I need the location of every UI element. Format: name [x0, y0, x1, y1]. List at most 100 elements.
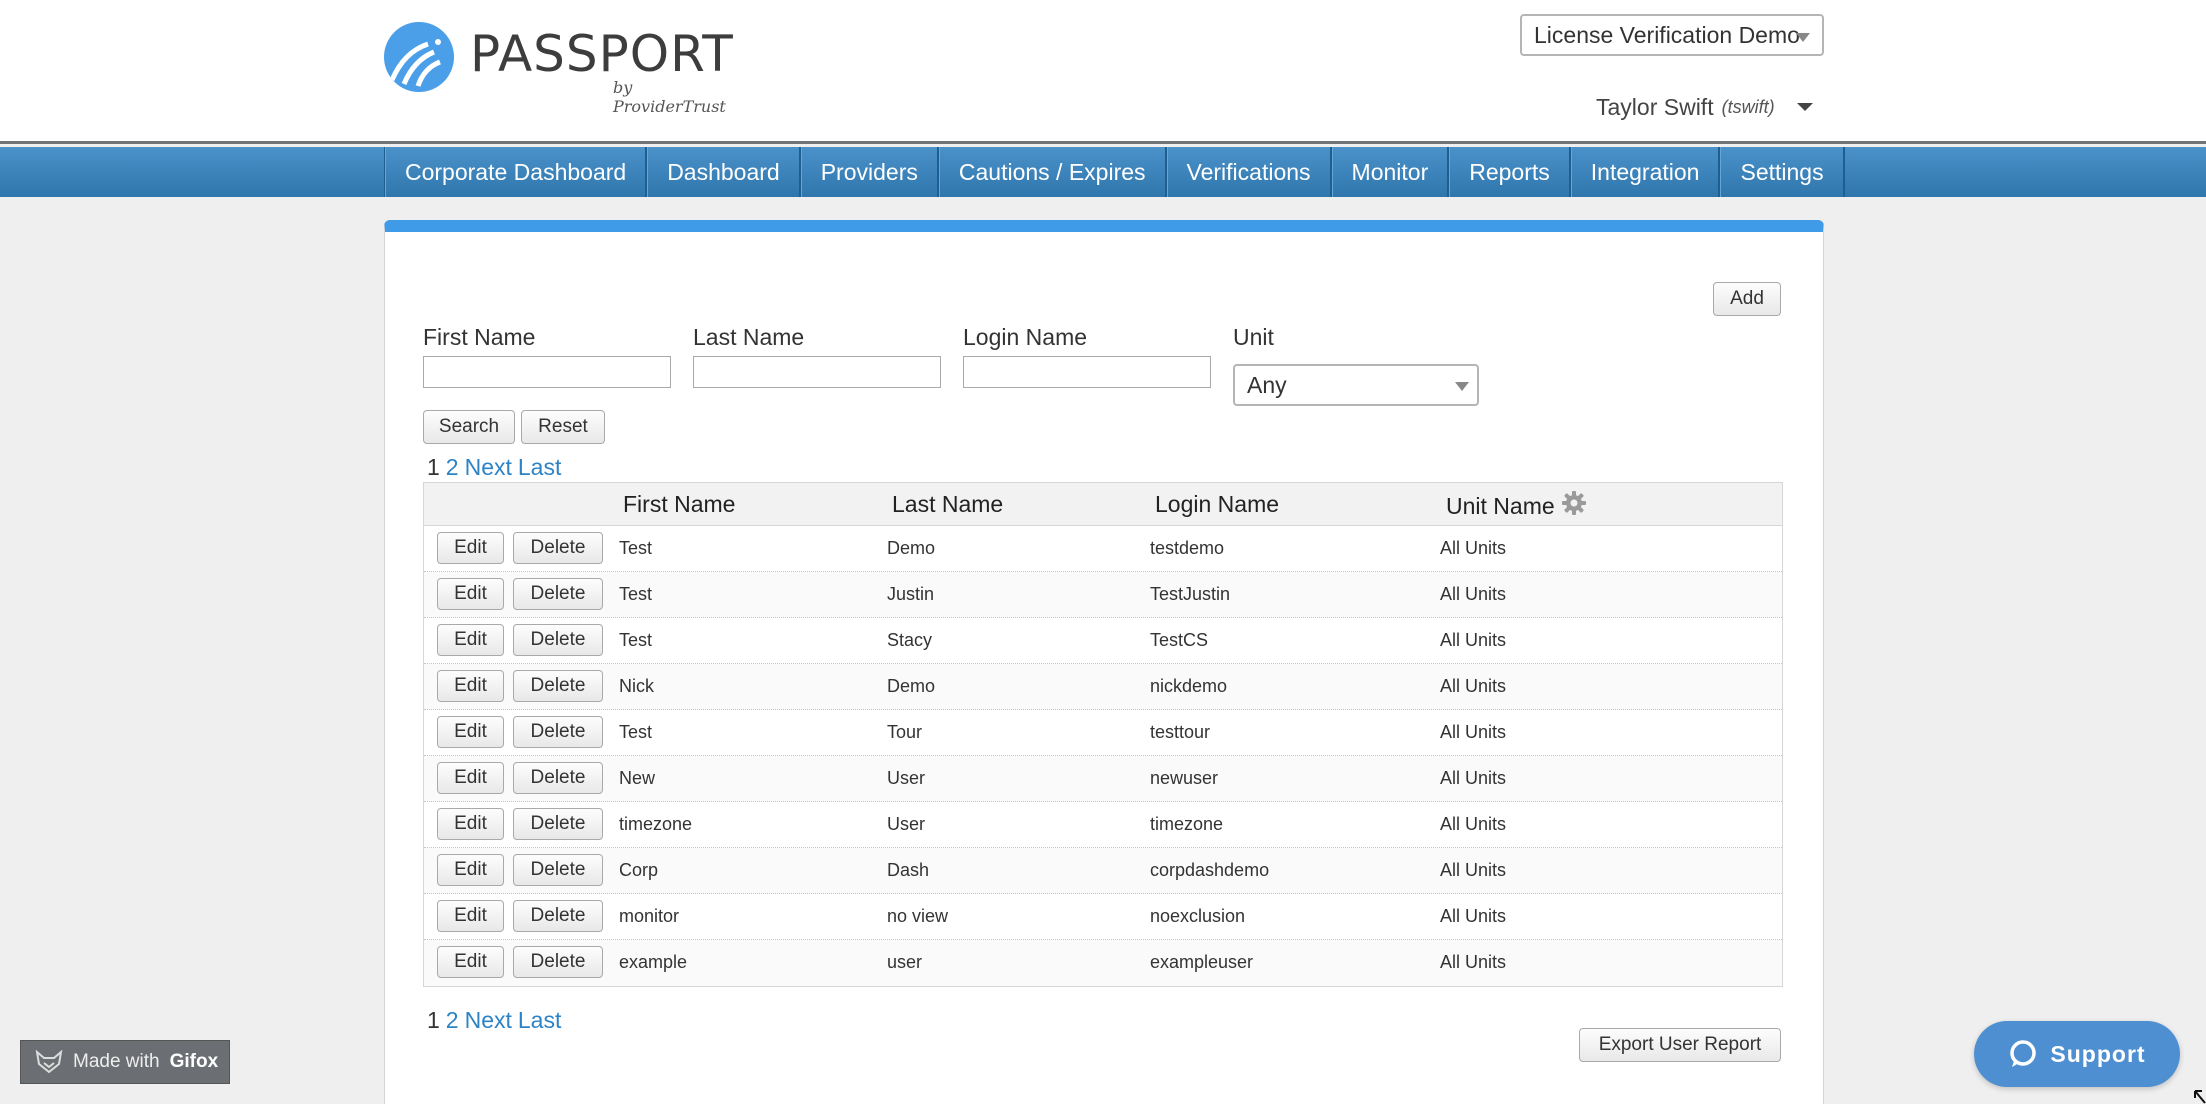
nav-item-settings[interactable]: Settings: [1720, 147, 1845, 197]
pager-page-2[interactable]: 2: [446, 1007, 459, 1034]
column-login-name[interactable]: Login Name: [1155, 491, 1279, 518]
logo-mark-icon: [384, 22, 454, 92]
cell-login-name: TestCS: [1150, 630, 1209, 650]
top-header: PASSPORT by ProviderTrust License Verifi…: [0, 0, 2206, 144]
cell-last-name: no view: [887, 906, 949, 926]
nav-list: Corporate Dashboard Dashboard Providers …: [384, 147, 1845, 197]
pager-last[interactable]: Last: [518, 454, 561, 481]
edit-button[interactable]: Edit: [437, 900, 504, 932]
edit-button[interactable]: Edit: [437, 762, 504, 794]
unit-label: Unit: [1233, 324, 1274, 350]
cell-last-name: Demo: [887, 676, 936, 696]
nav-item-monitor[interactable]: Monitor: [1331, 147, 1450, 197]
column-first-name[interactable]: First Name: [623, 491, 735, 518]
delete-button[interactable]: Delete: [513, 946, 603, 978]
cell-first-name: example: [619, 952, 688, 972]
cell-unit-name: All Units: [1440, 676, 1507, 696]
cell-first-name: timezone: [619, 814, 693, 834]
edit-button[interactable]: Edit: [437, 670, 504, 702]
export-user-report-button[interactable]: Export User Report: [1579, 1028, 1781, 1062]
cell-first-name: Nick: [619, 676, 654, 696]
table-header: First Name Last Name Login Name Unit Nam…: [424, 483, 1782, 526]
delete-button[interactable]: Delete: [513, 670, 603, 702]
search-button[interactable]: Search: [423, 410, 515, 444]
delete-button[interactable]: Delete: [513, 624, 603, 656]
cell-last-name: user: [887, 952, 923, 972]
user-login-name: (tswift): [1721, 96, 1775, 117]
cell-login-name: noexclusion: [1150, 906, 1246, 926]
table-row: Edit Delete Test Tour testtour All Units: [424, 710, 1782, 756]
watermark-brand: Gifox: [169, 1051, 219, 1072]
nav-item-providers[interactable]: Providers: [800, 147, 939, 197]
cell-last-name: Stacy: [887, 630, 933, 650]
cell-first-name: monitor: [619, 906, 680, 926]
nav-item-reports[interactable]: Reports: [1449, 147, 1571, 197]
chevron-down-icon: [1796, 33, 1810, 42]
edit-button[interactable]: Edit: [437, 532, 504, 564]
last-name-label: Last Name: [693, 324, 805, 350]
pager-page-2[interactable]: 2: [446, 454, 459, 481]
cell-last-name: Justin: [887, 584, 935, 604]
edit-button[interactable]: Edit: [437, 624, 504, 656]
pager-last[interactable]: Last: [518, 1007, 561, 1034]
cursor-icon: [2194, 1090, 2206, 1104]
table-row: Edit Delete timezone User timezone All U…: [424, 802, 1782, 848]
account-select[interactable]: License Verification Demo: [1520, 14, 1824, 56]
cell-login-name: corpdashdemo: [1150, 860, 1270, 880]
delete-button[interactable]: Delete: [513, 808, 603, 840]
first-name-input[interactable]: [423, 356, 671, 388]
cell-unit-name: All Units: [1440, 768, 1507, 788]
user-display-name: Taylor Swift: [1596, 93, 1714, 120]
user-menu[interactable]: Taylor Swift (tswift): [1596, 92, 1813, 122]
users-table: First Name Last Name Login Name Unit Nam…: [423, 482, 1783, 987]
delete-button[interactable]: Delete: [513, 900, 603, 932]
delete-button[interactable]: Delete: [513, 854, 603, 886]
pager-next[interactable]: Next: [465, 454, 512, 481]
gear-icon[interactable]: [1561, 490, 1587, 516]
pager-bottom: 1 2 Next Last: [427, 1007, 561, 1034]
cell-last-name: User: [887, 814, 926, 834]
nav-item-corporate-dashboard[interactable]: Corporate Dashboard: [385, 147, 648, 197]
table-row: Edit Delete Nick Demo nickdemo All Units: [424, 664, 1782, 710]
nav-item-cautions-expires[interactable]: Cautions / Expires: [938, 147, 1167, 197]
fox-icon: [35, 1050, 63, 1074]
cell-last-name: User: [887, 768, 926, 788]
cell-unit-name: All Units: [1440, 952, 1507, 972]
edit-button[interactable]: Edit: [437, 808, 504, 840]
support-label: Support: [2050, 1040, 2146, 1067]
passport-logo[interactable]: PASSPORT by ProviderTrust: [384, 22, 744, 116]
unit-select[interactable]: Any: [1233, 364, 1479, 406]
cell-first-name: Test: [619, 630, 653, 650]
reset-button[interactable]: Reset: [521, 410, 605, 444]
cell-last-name: Tour: [887, 722, 923, 742]
add-button[interactable]: Add: [1713, 282, 1781, 316]
nav-item-dashboard[interactable]: Dashboard: [647, 147, 801, 197]
column-last-name[interactable]: Last Name: [892, 491, 1003, 518]
cell-login-name: exampleuser: [1150, 952, 1254, 972]
table-row: Edit Delete Test Justin TestJustin All U…: [424, 572, 1782, 618]
pager-top: 1 2 Next Last: [427, 454, 561, 481]
delete-button[interactable]: Delete: [513, 762, 603, 794]
edit-button[interactable]: Edit: [437, 716, 504, 748]
nav-item-integration[interactable]: Integration: [1570, 147, 1721, 197]
gifox-watermark: Made with Gifox: [20, 1040, 230, 1084]
last-name-input[interactable]: [693, 356, 941, 388]
nav-item-verifications[interactable]: Verifications: [1166, 147, 1332, 197]
delete-button[interactable]: Delete: [513, 532, 603, 564]
login-name-input[interactable]: [963, 356, 1211, 388]
table-body: Edit Delete Test Demo testdemo All Units…: [424, 526, 1782, 986]
cell-login-name: nickdemo: [1150, 676, 1228, 696]
delete-button[interactable]: Delete: [513, 578, 603, 610]
column-unit-name[interactable]: Unit Name: [1446, 493, 1555, 520]
delete-button[interactable]: Delete: [513, 716, 603, 748]
unit-select-value: Any: [1247, 372, 1287, 398]
edit-button[interactable]: Edit: [437, 854, 504, 886]
edit-button[interactable]: Edit: [437, 578, 504, 610]
support-button[interactable]: Support: [1974, 1021, 2180, 1087]
cell-unit-name: All Units: [1440, 538, 1507, 558]
cell-first-name: Test: [619, 538, 653, 558]
pager-next[interactable]: Next: [465, 1007, 512, 1034]
edit-button[interactable]: Edit: [437, 946, 504, 978]
cell-unit-name: All Units: [1440, 814, 1507, 834]
chevron-down-icon: [1796, 103, 1813, 111]
